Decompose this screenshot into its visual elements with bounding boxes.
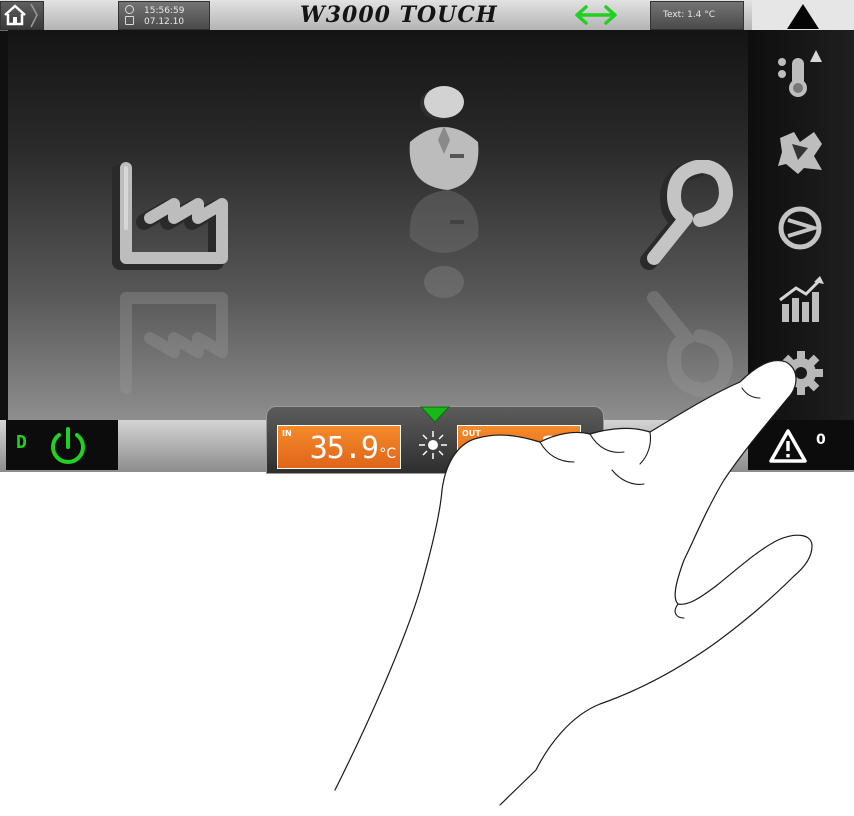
home-icon xyxy=(4,3,38,28)
fan-icon[interactable] xyxy=(774,126,828,176)
settings-gear-icon[interactable] xyxy=(774,348,828,398)
wrench-icon[interactable] xyxy=(630,160,740,400)
external-temp-display: Text: 1.4 °C xyxy=(650,1,744,30)
sun-icon xyxy=(419,431,447,459)
outlet-temp-unit: °C xyxy=(559,446,576,462)
sidebar-menu xyxy=(748,30,854,420)
temperature-readouts: IN 35.9 °C OUT 29.2 °C xyxy=(266,406,604,474)
app-title: W3000 TOUCH xyxy=(300,2,498,28)
inlet-temp-readout[interactable]: IN 35.9 °C xyxy=(277,425,401,469)
outlet-tag: OUT xyxy=(462,429,481,438)
factory-icon[interactable] xyxy=(104,158,244,398)
mode-indicator-icon xyxy=(419,406,451,423)
inlet-tag: IN xyxy=(282,429,292,438)
power-mode-label: D xyxy=(16,432,27,453)
thermometer-setpoint-icon[interactable] xyxy=(774,48,828,98)
user-icon[interactable] xyxy=(386,82,496,342)
alarm-count: 0 xyxy=(816,432,826,448)
trend-chart-icon[interactable] xyxy=(774,274,828,324)
link-arrows-icon[interactable] xyxy=(574,4,618,26)
clock-date: 07.12.10 xyxy=(144,17,185,27)
clock-icon xyxy=(125,5,134,14)
power-icon xyxy=(51,427,85,464)
power-button[interactable]: D xyxy=(6,420,118,470)
top-bar: 15:56:59 07.12.10 W3000 TOUCH Text: 1.4 … xyxy=(0,0,854,31)
hmi-screen: 15:56:59 07.12.10 W3000 TOUCH Text: 1.4 … xyxy=(0,0,854,474)
outlet-temp-value: 29.2 xyxy=(489,431,559,466)
alarm-button[interactable]: 0 xyxy=(748,420,854,470)
external-temp-text: Text: 1.4 °C xyxy=(663,10,716,20)
calendar-icon xyxy=(125,16,134,25)
inlet-temp-unit: °C xyxy=(379,446,396,462)
up-arrow-icon[interactable] xyxy=(752,0,854,30)
clock-time: 15:56:59 xyxy=(144,6,185,16)
inlet-temp-value: 35.9 xyxy=(309,431,379,466)
alarm-warning-icon xyxy=(769,429,807,463)
clock-display: 15:56:59 07.12.10 xyxy=(118,1,210,30)
bottom-bar: D IN 35.9 °C OUT 29.2 °C 0 xyxy=(0,406,854,474)
home-button[interactable] xyxy=(0,1,44,30)
compressor-icon[interactable] xyxy=(774,202,828,252)
outlet-temp-readout[interactable]: OUT 29.2 °C xyxy=(457,425,581,469)
main-menu-area xyxy=(8,30,748,420)
